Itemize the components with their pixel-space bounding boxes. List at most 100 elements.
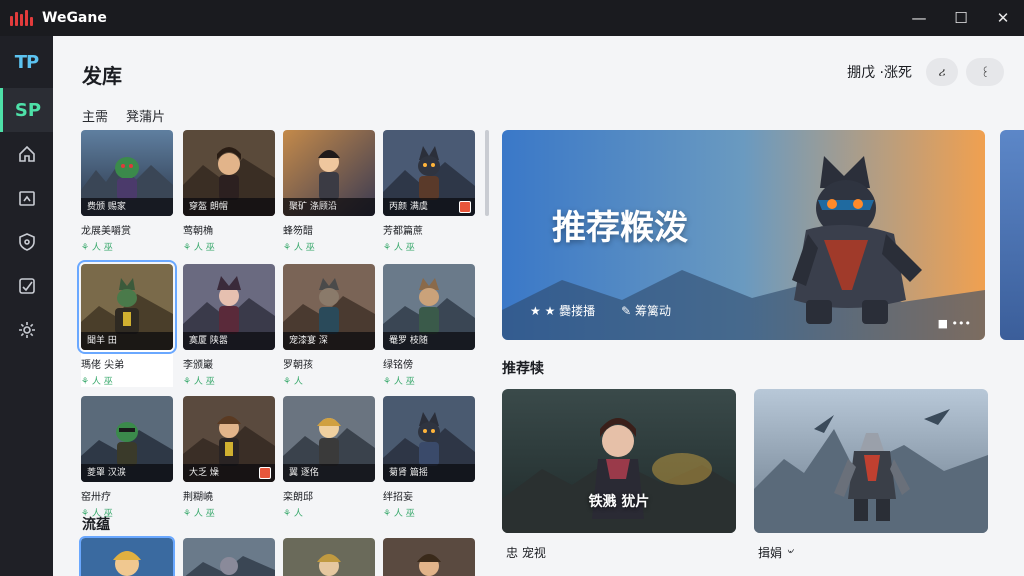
rail-item-settings[interactable] — [0, 308, 53, 352]
game-thumbnail: 宠漆宴 深 — [283, 264, 375, 350]
thumb-caption: 寞厦 陕嚣 — [183, 332, 275, 350]
badge-icon — [259, 467, 271, 479]
game-card[interactable]: 菱罩 汉涙 窑卅疗 ⚘ 人 巫 — [81, 396, 173, 519]
recommend-caption: 忠 宠视 — [506, 546, 546, 560]
game-thumbnail: 菱罩 汉涙 — [81, 396, 173, 482]
rail-brand-logo[interactable]: TP — [0, 36, 53, 88]
game-meta: ⚘ 人 巫 — [183, 377, 215, 387]
maximize-button[interactable]: ☐ — [940, 0, 982, 36]
game-title: 绊招妄 — [383, 492, 413, 503]
game-meta: ⚘ 人 巫 — [383, 243, 415, 253]
game-thumbnail: 大乏 燥 — [183, 396, 275, 482]
rail-item-folder[interactable] — [0, 176, 53, 220]
thumb-caption: 翼 逐佲 — [283, 464, 375, 482]
thumb-caption: 聞羊 田 — [81, 332, 173, 350]
header-actions: 掤戊 ·涨死 ሪ ꒰ — [847, 58, 1004, 86]
home-icon — [18, 145, 35, 162]
game-card[interactable]: 翼 逐佲 栾朗邱 ⚘ 人 — [283, 396, 375, 519]
banner-actions: ★ ★ 爨搂播 ✎ 筹篱动 — [530, 302, 697, 319]
window-controls: — ☐ ✕ — [898, 0, 1024, 36]
game-meta: ⚘ 人 巫 — [81, 243, 113, 253]
game-title: 绿铭傍 — [383, 360, 413, 371]
thumb-caption: 菱罩 汉涙 — [81, 464, 173, 482]
game-card[interactable]: 菊肾 篇摇 绊招妄 ⚘ 人 巫 — [383, 396, 475, 519]
recommend-title: 推荐犊 — [502, 361, 544, 377]
game-card[interactable]: 寞厦 陕嚣 李颁巖 ⚘ 人 巫 — [183, 264, 275, 387]
game-thumbnail[interactable] — [283, 538, 375, 576]
game-thumbnail: 丙颜 满虞 — [383, 130, 475, 216]
game-card[interactable]: 丙颜 满虞 芳都篇蔗 ⚘ 人 巫 — [383, 130, 475, 253]
header-link[interactable]: 掤戊 ·涨死 — [847, 62, 912, 82]
game-card[interactable]: 宠漆宴 深 罗朝孩 ⚘ 人 — [283, 264, 375, 387]
header-menu-button[interactable]: ꒰ — [966, 58, 1004, 86]
recommend-card[interactable] — [754, 389, 988, 533]
recommend-caption: 揖娟 ৺ — [758, 546, 794, 560]
game-meta: ⚘ 人 巫 — [183, 509, 215, 519]
game-card[interactable]: 费颁 赐家 龙展美嚼赏 ⚘ 人 巫 — [81, 130, 173, 253]
game-thumbnail-selected[interactable] — [79, 536, 175, 576]
minimize-button[interactable]: — — [898, 0, 940, 36]
game-meta: ⚘ 人 巫 — [183, 243, 215, 253]
game-card[interactable]: 聚矿 涤顾沿 蜂笏醋 ⚘ 人 巫 — [283, 130, 375, 253]
banner-title: 推荐糇泼 — [552, 208, 688, 248]
game-title: 芳都篇蔗 — [383, 226, 423, 237]
shield-icon — [18, 233, 35, 251]
game-thumbnail[interactable] — [183, 538, 275, 576]
carousel-indicator[interactable]: ■ ••• — [938, 317, 971, 330]
thumb-caption: 罨罗 枝随 — [383, 332, 475, 350]
game-title: 窑卅疗 — [81, 492, 111, 503]
thumb-caption: 穿盔 朗帽 — [183, 198, 275, 216]
thumb-caption: 菊肾 篇摇 — [383, 464, 475, 482]
game-thumbnail: 罨罗 枝随 — [383, 264, 475, 350]
next-banner-peek[interactable] — [1000, 130, 1024, 340]
recommend-card[interactable]: 铁溅 犹片 — [502, 389, 736, 533]
title-bar: WeGane — ☐ ✕ — [0, 0, 1024, 36]
filter-tab-main[interactable]: 主需 — [82, 106, 108, 125]
recommend-artwork — [502, 389, 736, 533]
game-thumbnail: 聚矿 涤顾沿 — [283, 130, 375, 216]
game-title: 罗朝孩 — [283, 360, 313, 371]
app-logo-icon — [10, 8, 36, 28]
game-meta: ⚘ 人 — [283, 377, 303, 387]
rail-item-shield[interactable] — [0, 220, 53, 264]
close-button[interactable]: ✕ — [982, 0, 1024, 36]
filter-tab-secondary[interactable]: 凳蒲片 — [126, 106, 165, 125]
featured-banner[interactable]: 推荐糇泼 ★ ★ 爨搂播 ✎ 筹篱动 ■ ••• — [502, 130, 985, 340]
game-title: 龙展美嚼赏 — [81, 226, 131, 237]
recommend-artwork — [754, 389, 988, 533]
game-meta: ⚘ 人 巫 — [383, 509, 415, 519]
game-card-selected[interactable]: 聞羊 田 瑪佬 尖弟 ⚘ 人 巫 — [77, 260, 177, 387]
game-meta: ⚘ 人 巫 — [383, 377, 415, 387]
game-thumbnail: 穿盔 朗帽 — [183, 130, 275, 216]
thumb-caption: 费颁 赐家 — [81, 198, 173, 216]
game-thumbnail[interactable] — [383, 538, 475, 576]
game-thumbnail: 翼 逐佲 — [283, 396, 375, 482]
banner-rating[interactable]: ★ ★ 爨搂播 — [530, 302, 595, 319]
thumb-caption: 聚矿 涤顾沿 — [283, 198, 375, 216]
game-thumbnail: 寞厦 陕嚣 — [183, 264, 275, 350]
game-title: 蜂笏醋 — [283, 226, 313, 237]
check-square-icon — [18, 278, 35, 294]
game-title: 栾朗邱 — [283, 492, 313, 503]
game-card[interactable]: 罨罗 枝随 绿铭傍 ⚘ 人 巫 — [383, 264, 475, 387]
header-icon-button[interactable]: ሪ — [926, 58, 958, 86]
filter-bar: 主需 凳蒲片 — [82, 106, 183, 125]
recommend-card-label: 铁溅 犹片 — [588, 494, 650, 510]
game-card[interactable]: 穿盔 朗帽 莺朝桷 ⚘ 人 巫 — [183, 130, 275, 253]
main-content: 发库 掤戊 ·涨死 ሪ ꒰ 主需 凳蒲片 费颁 赐家 龙展美嚼赏 ⚘ 人 巫 穿… — [53, 36, 1024, 576]
page-title: 发库 — [82, 64, 122, 88]
section-title: 流蕴 — [82, 517, 110, 533]
game-meta: ⚘ 人 巫 — [283, 243, 315, 253]
game-meta: ⚘ 人 — [283, 509, 303, 519]
left-rail: TP SP — [0, 36, 53, 576]
game-title: 荆糊嶢 — [183, 492, 213, 503]
rail-item-sp[interactable]: SP — [0, 88, 53, 132]
rail-item-check[interactable] — [0, 264, 53, 308]
rail-item-home[interactable] — [0, 132, 53, 176]
grid-scrollbar[interactable] — [485, 130, 489, 216]
game-title: 李颁巖 — [183, 360, 213, 371]
game-title: 莺朝桷 — [183, 226, 213, 237]
gear-icon — [18, 322, 35, 338]
banner-link[interactable]: ✎ 筹篱动 — [621, 302, 671, 319]
game-card[interactable]: 大乏 燥 荆糊嶢 ⚘ 人 巫 — [183, 396, 275, 519]
